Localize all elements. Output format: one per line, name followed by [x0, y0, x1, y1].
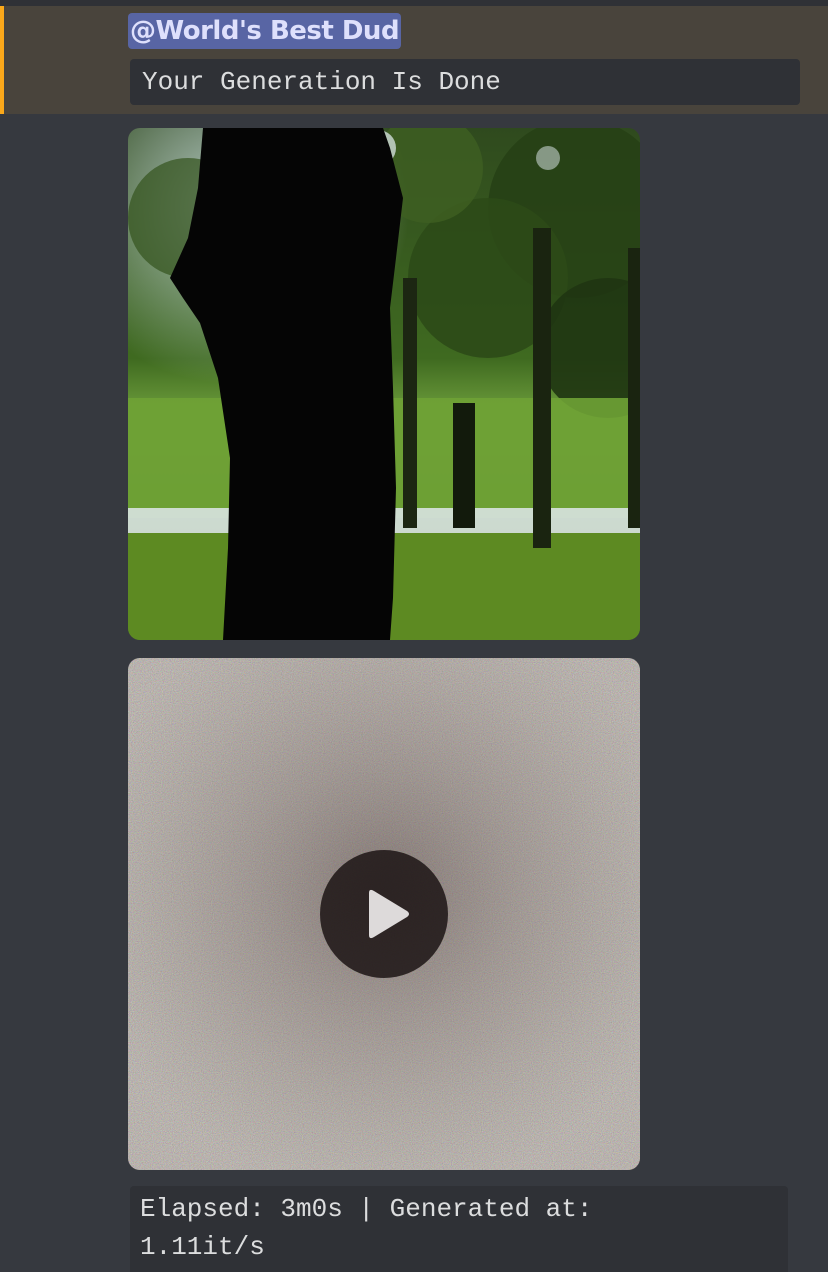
- play-button[interactable]: [320, 850, 448, 978]
- video-attachment[interactable]: [128, 658, 640, 1170]
- user-mention[interactable]: @World's Best Dud: [128, 13, 402, 49]
- status-inline-code: Your Generation Is Done: [130, 59, 800, 105]
- image-attachment[interactable]: [128, 128, 640, 640]
- mention-message-highlight: @World's Best Dud Your Generation Is Don…: [0, 6, 828, 114]
- stats-code-block: Elapsed: 3m0s | Generated at: 1.11it/s: [130, 1186, 788, 1272]
- stats-line-elapsed: Elapsed: 3m0s | Generated at:: [140, 1194, 593, 1224]
- play-icon: [369, 889, 409, 939]
- mention-accent-bar: [0, 6, 4, 114]
- park-silhouette-image: [128, 128, 640, 640]
- stats-line-rate: 1.11it/s: [140, 1232, 265, 1262]
